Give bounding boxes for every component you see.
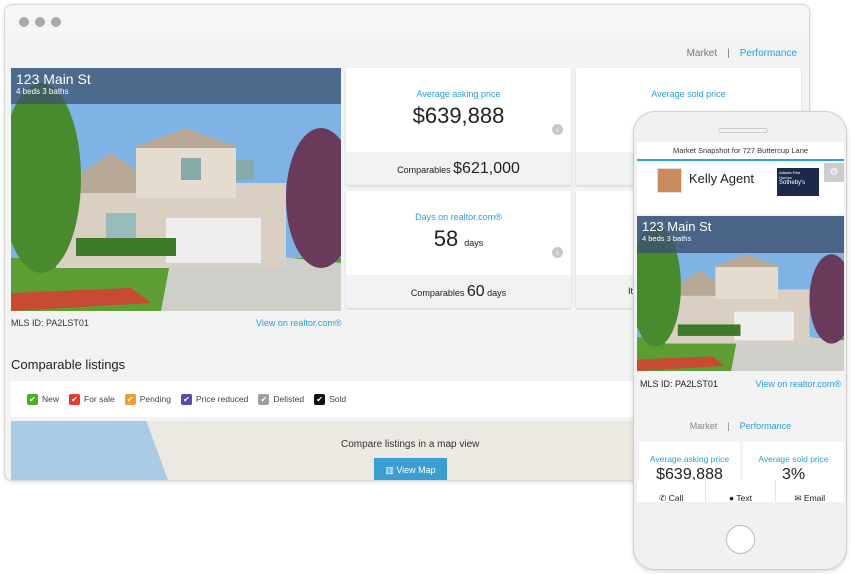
checkbox-icon[interactable]: ✔: [124, 393, 136, 405]
button-label: Email: [803, 493, 826, 502]
footer-unit: days: [487, 288, 507, 298]
envelope-icon: ✉: [794, 493, 804, 502]
phone-mockup: Market Snapshot for 727 Buttercup Lane K…: [633, 111, 847, 570]
gear-icon[interactable]: ⚙: [824, 163, 844, 182]
phone-icon: ✆: [659, 493, 669, 502]
card-value: 58 days: [346, 226, 571, 252]
footer-value: 60: [466, 283, 485, 300]
map-water: [11, 421, 176, 480]
house-image: [11, 68, 341, 311]
text-button[interactable]: ● Text: [706, 480, 776, 502]
email-button[interactable]: ✉ Email: [776, 480, 844, 502]
days-on-market-card[interactable]: Days on realtor.com® 58 days › Comparable…: [346, 191, 571, 308]
checkbox-icon[interactable]: ✔: [258, 393, 270, 405]
card-label: Average sold price: [651, 89, 726, 99]
comparable-listings-title: Comparable listings: [11, 357, 126, 372]
listing-photo: 123 Main St 4 beds 3 baths: [637, 216, 844, 371]
listing-address: 123 Main St: [16, 71, 91, 87]
filter-pending[interactable]: ✔ Pending: [124, 393, 171, 405]
snapshot-title: Market Snapshot for 727 Buttercup Lane: [637, 142, 844, 161]
filter-label: Price reduced: [195, 394, 249, 404]
listing-caption: 123 Main St 4 beds 3 baths: [637, 216, 844, 253]
top-nav: Market | Performance: [687, 48, 797, 59]
window-dot[interactable]: [19, 17, 29, 27]
view-on-realtor-link[interactable]: View on realtor.com®: [755, 379, 841, 389]
map-prompt: Compare listings in a map view: [341, 439, 480, 450]
window-dot[interactable]: [51, 17, 61, 27]
button-label: Text: [736, 493, 752, 502]
asking-price-card[interactable]: Average asking price $639,888 › Comparab…: [346, 68, 571, 185]
listing-address: 123 Main St: [642, 219, 712, 234]
home-button[interactable]: [726, 525, 755, 554]
filter-label: Pending: [139, 394, 171, 404]
card-label: Average asking price: [649, 454, 730, 464]
filter-label: For sale: [84, 394, 115, 404]
listing-details: 4 beds 3 baths: [16, 87, 69, 96]
mls-id: MLS ID: PA2LST01: [11, 318, 89, 328]
window-dot[interactable]: [35, 17, 45, 27]
call-button[interactable]: ✆ Call: [637, 480, 707, 502]
phone-speaker: [718, 128, 768, 133]
chevron-right-icon[interactable]: ›: [552, 247, 563, 258]
agent-avatar: [657, 168, 682, 193]
separator: |: [727, 48, 730, 59]
button-label: Call: [668, 493, 684, 502]
tab-market[interactable]: Market: [687, 48, 718, 59]
listing-photo: 123 Main St 4 beds 3 baths: [11, 68, 341, 311]
view-map-button[interactable]: ▥ View Map: [374, 458, 447, 480]
phone-screen: Market Snapshot for 727 Buttercup Lane K…: [637, 142, 844, 502]
footer-label: Comparables: [410, 288, 465, 298]
card-footer: Comparables $621,000: [346, 152, 571, 185]
map-icon: ▥: [385, 465, 397, 475]
filter-for-sale[interactable]: ✔ For sale: [69, 393, 115, 405]
card-label: Average asking price: [416, 89, 501, 99]
view-on-realtor-link[interactable]: View on realtor.com®: [256, 318, 342, 328]
tab-performance[interactable]: Performance: [740, 48, 797, 59]
checkbox-icon[interactable]: ✔: [180, 393, 192, 405]
days-unit: days: [464, 238, 484, 248]
card-value: $639,888: [412, 103, 505, 128]
brokerage-logo: Atlanta Fine Homes Sotheby's: [777, 168, 819, 196]
button-label: View Map: [396, 465, 436, 475]
filter-price-reduced[interactable]: ✔ Price reduced: [180, 393, 249, 405]
checkbox-icon[interactable]: ✔: [69, 393, 81, 405]
filter-new[interactable]: ✔ New: [27, 393, 60, 405]
card-label: Average sold price: [758, 454, 829, 464]
phone-nav: Market | Performance: [637, 421, 844, 431]
listing-details: 4 beds 3 baths: [642, 234, 692, 243]
tab-market[interactable]: Market: [690, 421, 718, 431]
listing-caption: 123 Main St 4 beds 3 baths: [11, 68, 341, 104]
separator: |: [727, 421, 730, 431]
tab-performance[interactable]: Performance: [740, 421, 792, 431]
footer-value: $621,000: [453, 160, 520, 177]
checkbox-icon[interactable]: ✔: [27, 393, 38, 405]
contact-actions: ✆ Call ● Text ✉ Email: [637, 480, 844, 502]
card-label: Days on realtor.com®: [415, 212, 502, 222]
filter-label: Sold: [329, 394, 347, 404]
filter-label: Delisted: [273, 394, 305, 404]
footer-label: Comparables: [397, 165, 451, 175]
agent-name: Kelly Agent: [689, 171, 755, 186]
title-bar: [5, 5, 809, 39]
checkbox-icon[interactable]: ✔: [314, 393, 326, 405]
mls-id: MLS ID: PA2LST01: [640, 379, 718, 389]
agent-header: Kelly Agent Atlanta Fine Homes Sotheby's ⚙: [637, 161, 844, 214]
filter-sold[interactable]: ✔ Sold: [314, 393, 347, 405]
filter-delisted[interactable]: ✔ Delisted: [258, 393, 305, 405]
chevron-right-icon[interactable]: ›: [552, 124, 563, 135]
card-footer: Comparables 60 days: [346, 275, 571, 308]
days-value: 58: [433, 226, 459, 251]
filter-label: New: [42, 394, 60, 404]
